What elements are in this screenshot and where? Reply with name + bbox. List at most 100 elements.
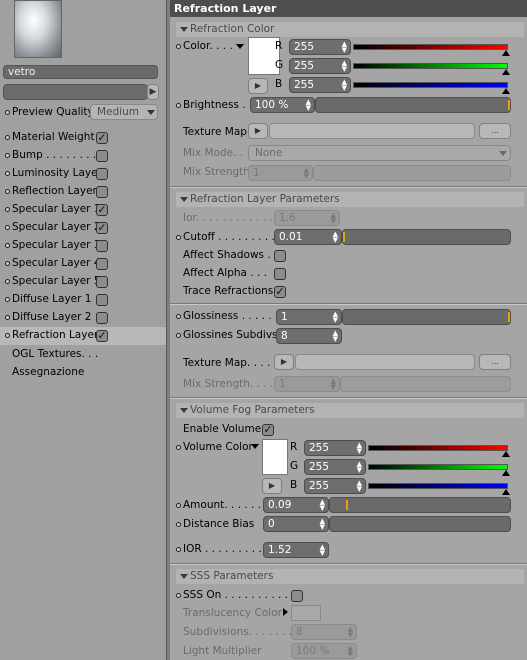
brightness-slider-handle[interactable] [508, 100, 510, 110]
animation-dot-icon[interactable] [5, 207, 10, 212]
spinner-icon[interactable]: ▲ ▼ [320, 499, 325, 512]
animation-dot-icon[interactable] [5, 333, 10, 338]
sidebar-item-specular-layer-4[interactable]: Specular Layer 4 [0, 255, 166, 273]
sidebar-item-specular-layer-3[interactable]: Specular Layer 3 [0, 237, 166, 255]
spinner-icon[interactable]: ▲ ▼ [333, 231, 338, 244]
glossiness-slider[interactable] [342, 309, 511, 325]
texture-map-browse-button[interactable]: ... [479, 123, 511, 139]
amount-slider[interactable] [329, 497, 511, 513]
amount-field[interactable]: 0.09 ▲ ▼ [263, 497, 329, 513]
animation-dot-icon[interactable] [176, 314, 181, 319]
spinner-icon[interactable]: ▲ ▼ [331, 212, 336, 225]
spinner-icon[interactable]: ▲ ▼ [342, 41, 347, 54]
spinner-icon[interactable]: ▲ ▼ [357, 461, 362, 474]
amount-slider-handle[interactable] [346, 500, 348, 510]
animation-dot-icon[interactable] [5, 297, 10, 302]
translucency-menu-arrow-icon[interactable] [283, 608, 288, 616]
sidebar-item-reflection-layer[interactable]: Reflection Layer [0, 183, 166, 201]
sidebar-item-diffuse-layer-2[interactable]: Diffuse Layer 2 [0, 309, 166, 327]
animation-dot-icon[interactable] [176, 522, 181, 527]
gloss-texture-map-expand-button[interactable]: ▶ [274, 354, 294, 370]
sidebar-expand-button[interactable]: ▶ [147, 84, 159, 100]
sidebar-item-material-weight[interactable]: Material Weight ✓ [0, 129, 166, 147]
preview-quality-select[interactable]: Medium [90, 104, 158, 120]
texture-map-expand-button[interactable]: ▶ [248, 123, 268, 139]
sidebar-item-bump[interactable]: Bump . . . . . . . . . [0, 147, 166, 165]
fog-green-slider-handle-icon[interactable] [502, 470, 510, 476]
section-refraction-color[interactable]: Refraction Color [176, 22, 524, 37]
fog-red-slider-handle-icon[interactable] [502, 451, 510, 457]
color-menu-chevron-icon[interactable] [236, 44, 244, 49]
brightness-field[interactable]: 100 % ▲ ▼ [250, 97, 315, 113]
sidebar-item-refraction-layer[interactable]: Refraction Layer ✓ [0, 327, 166, 345]
refraction-b-field[interactable]: 255 ▲ ▼ [289, 77, 351, 93]
sidebar-item-checkbox[interactable]: ✓ [96, 132, 108, 144]
cutoff-slider-handle[interactable] [343, 232, 345, 242]
sidebar-item-checkbox[interactable]: ✓ [96, 204, 108, 216]
spinner-icon[interactable]: ▲ ▼ [304, 167, 309, 180]
color-expand-button[interactable]: ▶ [248, 78, 268, 94]
sidebar-item-checkbox[interactable] [96, 150, 108, 162]
spinner-icon[interactable]: ▲ ▼ [331, 378, 336, 391]
refraction-r-field[interactable]: 255 ▲ ▼ [289, 39, 351, 55]
affect-shadows-checkbox[interactable] [274, 250, 286, 262]
section-refraction-layer-parameters[interactable]: Refraction Layer Parameters [176, 192, 524, 207]
distance-bias-slider[interactable] [329, 516, 511, 532]
animation-dot-icon[interactable] [5, 171, 10, 176]
blue-channel-slider[interactable] [353, 82, 508, 88]
sidebar-item-diffuse-layer-1[interactable]: Diffuse Layer 1 [0, 291, 166, 309]
spinner-icon[interactable]: ▲ ▼ [333, 330, 338, 343]
animation-dot-icon[interactable] [5, 243, 10, 248]
spinner-icon[interactable]: ▲ ▼ [342, 60, 347, 73]
mix-mode-select[interactable]: None [248, 145, 511, 161]
sss-on-checkbox[interactable] [291, 590, 303, 602]
glossiness-subdivs-field[interactable]: 8 ▲ ▼ [276, 328, 342, 344]
sidebar-item-checkbox[interactable] [96, 240, 108, 252]
sidebar-item-specular-layer-5[interactable]: Specular Layer 5 [0, 273, 166, 291]
ogl-textures-item[interactable]: OGL Textures. . . [12, 348, 98, 360]
fog-g-field[interactable]: 255 ▲ ▼ [304, 459, 366, 475]
fog-ior-field[interactable]: 1.52 ▲ ▼ [263, 542, 329, 558]
animation-dot-icon[interactable] [176, 44, 181, 49]
animation-dot-icon[interactable] [5, 135, 10, 140]
animation-dot-icon[interactable] [5, 315, 10, 320]
sidebar-item-specular-layer-2[interactable]: Specular Layer 2 ✓ [0, 219, 166, 237]
fog-color-expand-button[interactable]: ▶ [262, 478, 282, 494]
animation-dot-icon[interactable] [176, 547, 181, 552]
brightness-slider[interactable] [315, 97, 511, 113]
sidebar-item-checkbox[interactable] [96, 312, 108, 324]
animation-dot-icon[interactable] [176, 333, 181, 338]
spinner-icon[interactable]: ▲ ▼ [357, 442, 362, 455]
volume-color-chevron-icon[interactable] [251, 444, 259, 449]
sidebar-item-checkbox[interactable]: ✓ [96, 330, 108, 342]
ior-field[interactable]: 1.6 ▲ ▼ [274, 210, 340, 226]
mix-strength-slider[interactable] [313, 165, 511, 181]
glossiness-slider-handle[interactable] [508, 312, 510, 322]
green-slider-handle-icon[interactable] [502, 69, 510, 75]
sidebar-item-luminosity-layer[interactable]: Luminosity Layer [0, 165, 166, 183]
gloss-mix-strength-slider[interactable] [340, 376, 511, 392]
material-extra-field[interactable] [3, 84, 148, 100]
refraction-g-field[interactable]: 255 ▲ ▼ [289, 58, 351, 74]
material-name-field[interactable]: vetro [3, 65, 158, 79]
trace-refractions-checkbox[interactable]: ✓ [274, 286, 286, 298]
animation-dot-icon[interactable] [176, 235, 181, 240]
sidebar-item-checkbox[interactable] [96, 258, 108, 270]
spinner-icon[interactable]: ▲ ▼ [306, 99, 311, 112]
fog-blue-slider-handle-icon[interactable] [502, 489, 510, 495]
animation-dot-icon[interactable] [176, 593, 181, 598]
subdivisions-field[interactable]: 8 ▲ ▼ [291, 624, 357, 640]
material-preview-thumbnail[interactable] [14, 0, 62, 58]
gloss-texture-map-field[interactable] [295, 354, 475, 370]
fog-r-field[interactable]: 255 ▲ ▼ [304, 440, 366, 456]
affect-alpha-checkbox[interactable] [274, 268, 286, 280]
spinner-icon[interactable]: ▲ ▼ [333, 311, 338, 324]
cutoff-slider[interactable] [342, 229, 511, 245]
sidebar-item-checkbox[interactable] [96, 168, 108, 180]
spinner-icon[interactable]: ▲ ▼ [348, 645, 353, 658]
animation-dot-icon[interactable] [5, 110, 10, 115]
animation-dot-icon[interactable] [5, 261, 10, 266]
spinner-icon[interactable]: ▲ ▼ [357, 480, 362, 493]
section-sss-parameters[interactable]: SSS Parameters [176, 569, 524, 584]
light-multiplier-field[interactable]: 100 % ▲ ▼ [291, 643, 357, 659]
